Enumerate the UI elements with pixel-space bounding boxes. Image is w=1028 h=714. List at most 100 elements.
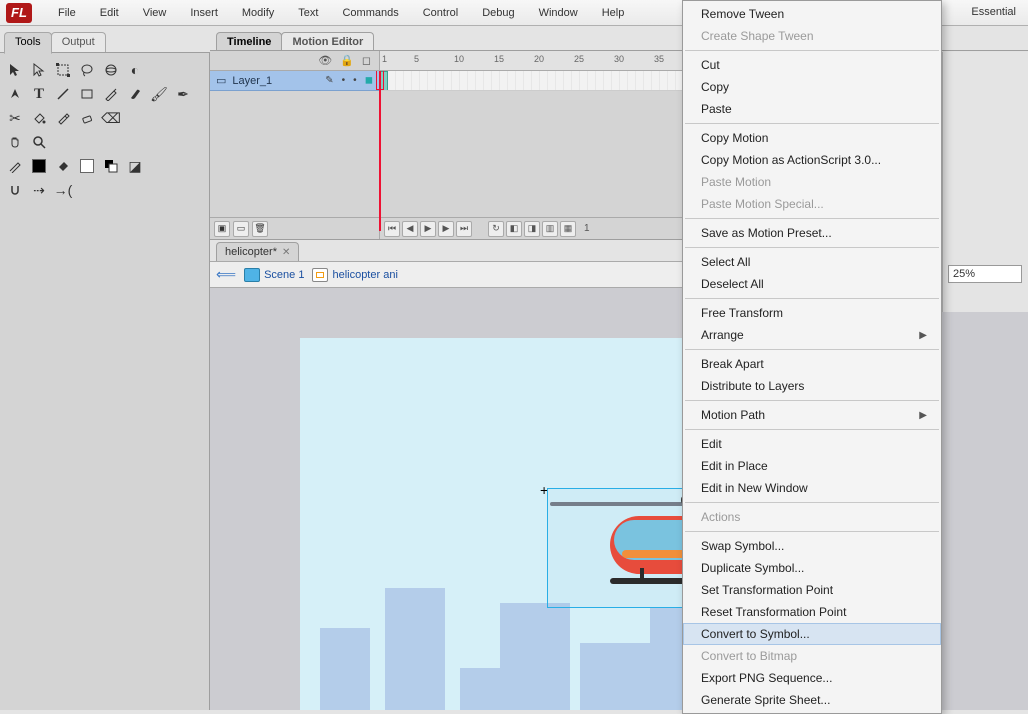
zoom-tool-icon[interactable]: [28, 131, 50, 153]
menu-file[interactable]: File: [46, 3, 88, 23]
3d-rotation-tool-icon[interactable]: [100, 59, 122, 81]
layer-row[interactable]: ▭ Layer_1 ✎ • • ◼: [210, 71, 379, 91]
playhead-line[interactable]: [379, 71, 381, 231]
context-menu[interactable]: Remove TweenCreate Shape TweenCutCopyPas…: [682, 0, 942, 714]
lasso-tool-icon[interactable]: [76, 59, 98, 81]
spare-tool-1[interactable]: ◐: [124, 59, 146, 81]
brush-tool-icon[interactable]: [124, 83, 146, 105]
context-menu-item[interactable]: Generate Sprite Sheet...: [683, 689, 941, 711]
playhead-marker[interactable]: [376, 71, 384, 90]
context-menu-item[interactable]: Paste: [683, 98, 941, 120]
context-menu-item[interactable]: Remove Tween: [683, 3, 941, 25]
bone-tool-icon[interactable]: ✂: [4, 107, 26, 129]
fill-color-icon[interactable]: [52, 155, 74, 177]
selection-tool-icon[interactable]: [4, 59, 26, 81]
paint-bucket-tool-icon[interactable]: [28, 107, 50, 129]
context-menu-item[interactable]: Copy Motion as ActionScript 3.0...: [683, 149, 941, 171]
tab-timeline[interactable]: Timeline: [216, 32, 282, 51]
layer-outline-box[interactable]: ◼: [365, 75, 373, 86]
play-button[interactable]: ▶: [420, 221, 436, 237]
eyedropper-tool-icon[interactable]: [52, 107, 74, 129]
menu-commands[interactable]: Commands: [330, 3, 410, 23]
paint-tool-icon[interactable]: ✒: [172, 83, 194, 105]
context-menu-item[interactable]: Swap Symbol...: [683, 535, 941, 557]
deco-tool-icon[interactable]: 🖌: [148, 83, 170, 105]
last-frame-button[interactable]: ⏭: [456, 221, 472, 237]
tab-output[interactable]: Output: [51, 32, 106, 54]
zoom-field[interactable]: 25%: [948, 265, 1022, 283]
context-menu-item[interactable]: Deselect All: [683, 273, 941, 295]
tab-tools[interactable]: Tools: [4, 32, 52, 54]
stroke-color-icon[interactable]: [4, 155, 26, 177]
pencil-tool-icon[interactable]: [100, 83, 122, 105]
context-menu-item[interactable]: Motion Path▶: [683, 404, 941, 426]
context-menu-item[interactable]: Save as Motion Preset...: [683, 222, 941, 244]
context-menu-item[interactable]: Duplicate Symbol...: [683, 557, 941, 579]
breadcrumb-clip[interactable]: helicopter ani: [312, 268, 397, 282]
menu-edit[interactable]: Edit: [88, 3, 131, 23]
tab-motion-editor[interactable]: Motion Editor: [281, 32, 374, 51]
context-menu-item[interactable]: Export PNG Sequence...: [683, 667, 941, 689]
outline-icon[interactable]: ◻: [362, 54, 371, 67]
menu-debug[interactable]: Debug: [470, 3, 526, 23]
menu-view[interactable]: View: [131, 3, 179, 23]
bw-swatch-icon[interactable]: [100, 155, 122, 177]
context-menu-item[interactable]: Copy: [683, 76, 941, 98]
stroke-swatch[interactable]: [28, 155, 50, 177]
swap-colors-icon[interactable]: ◪: [124, 155, 146, 177]
subselection-tool-icon[interactable]: [28, 59, 50, 81]
straighten-tool-icon[interactable]: →(: [52, 179, 74, 201]
menu-insert[interactable]: Insert: [178, 3, 230, 23]
onion3-button[interactable]: ▥: [542, 221, 558, 237]
new-folder-button[interactable]: ▭: [233, 221, 249, 237]
context-menu-item[interactable]: Edit in Place: [683, 455, 941, 477]
context-menu-item[interactable]: Edit in New Window: [683, 477, 941, 499]
menu-text[interactable]: Text: [286, 3, 330, 23]
prev-frame-button[interactable]: ◀: [402, 221, 418, 237]
eraser-tool-icon[interactable]: [76, 107, 98, 129]
context-menu-item[interactable]: Free Transform: [683, 302, 941, 324]
breadcrumb-scene[interactable]: Scene 1: [244, 268, 304, 282]
context-menu-item[interactable]: Copy Motion: [683, 127, 941, 149]
layer-pencil-icon[interactable]: ✎: [325, 75, 333, 86]
fill-swatch[interactable]: [76, 155, 98, 177]
next-frame-button[interactable]: ▶: [438, 221, 454, 237]
context-menu-item[interactable]: Reset Transformation Point: [683, 601, 941, 623]
rectangle-tool-icon[interactable]: [76, 83, 98, 105]
markers-button[interactable]: ▦: [560, 221, 576, 237]
context-menu-item[interactable]: Arrange▶: [683, 324, 941, 346]
onion-button[interactable]: ◧: [506, 221, 522, 237]
first-frame-button[interactable]: ⏮: [384, 221, 400, 237]
smooth-tool-icon[interactable]: ⇢: [28, 179, 50, 201]
hand-tool-icon[interactable]: [4, 131, 26, 153]
context-menu-item[interactable]: Convert to Symbol...: [683, 623, 941, 645]
eye-icon[interactable]: 👁: [318, 54, 332, 67]
context-menu-item[interactable]: Break Apart: [683, 353, 941, 375]
layer-vis-dot[interactable]: •: [342, 75, 346, 86]
back-arrow-icon[interactable]: ⟸: [216, 266, 236, 283]
onion2-button[interactable]: ◨: [524, 221, 540, 237]
context-menu-item[interactable]: Set Transformation Point: [683, 579, 941, 601]
menu-help[interactable]: Help: [590, 3, 637, 23]
new-layer-button[interactable]: ▣: [214, 221, 230, 237]
snap-tool-icon[interactable]: [4, 179, 26, 201]
context-menu-item[interactable]: Cut: [683, 54, 941, 76]
lock-icon[interactable]: 🔒: [340, 54, 354, 67]
context-menu-item[interactable]: Select All: [683, 251, 941, 273]
pen-tool-icon[interactable]: [4, 83, 26, 105]
context-menu-item[interactable]: Edit: [683, 433, 941, 455]
layer-lock-dot[interactable]: •: [353, 75, 357, 86]
spare-tool-2[interactable]: ⌫: [100, 107, 122, 129]
text-tool-icon[interactable]: T: [28, 83, 50, 105]
menu-control[interactable]: Control: [411, 3, 470, 23]
line-tool-icon[interactable]: [52, 83, 74, 105]
close-icon[interactable]: ✕: [282, 247, 290, 258]
delete-layer-button[interactable]: 🗑: [252, 221, 268, 237]
menu-window[interactable]: Window: [527, 3, 590, 23]
free-transform-tool-icon[interactable]: [52, 59, 74, 81]
workspace-selector[interactable]: Essential: [965, 4, 1022, 20]
context-menu-item[interactable]: Distribute to Layers: [683, 375, 941, 397]
menu-modify[interactable]: Modify: [230, 3, 286, 23]
loop-button[interactable]: ↻: [488, 221, 504, 237]
document-tab[interactable]: helicopter* ✕: [216, 242, 299, 261]
